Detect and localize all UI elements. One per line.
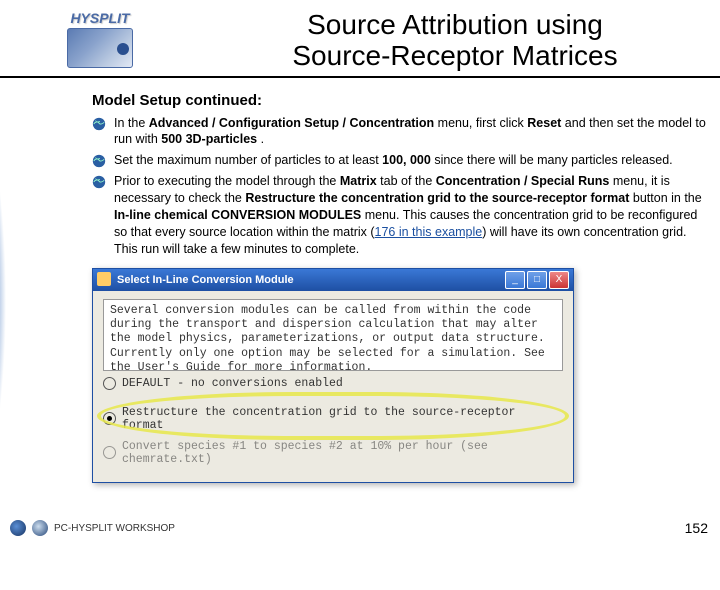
radio-restructure-label: Restructure the concentration grid to th… bbox=[122, 406, 563, 432]
dialog-body: Several conversion modules can be called… bbox=[93, 291, 573, 482]
section-heading: Model Setup continued: bbox=[92, 92, 706, 109]
dialog-title: Select In-Line Conversion Module bbox=[97, 274, 503, 286]
minimize-button[interactable]: _ bbox=[505, 271, 525, 289]
page-number: 152 bbox=[685, 520, 708, 536]
dialog-app-icon bbox=[97, 272, 111, 286]
conversion-module-dialog: Select In-Line Conversion Module _ □ X S… bbox=[92, 268, 574, 483]
radio-restructure[interactable]: Restructure the concentration grid to th… bbox=[103, 406, 563, 432]
radio-icon bbox=[103, 446, 116, 459]
footer-workshop-label: PC-HYSPLIT WORKSHOP bbox=[54, 523, 175, 534]
radio-icon bbox=[103, 412, 116, 425]
noaa-seal-icon bbox=[10, 520, 26, 536]
bullet-list: In the Advanced / Configuration Setup / … bbox=[92, 115, 706, 258]
hysplit-globe-icon bbox=[67, 28, 133, 68]
maximize-button[interactable]: □ bbox=[527, 271, 547, 289]
header-logo-block: HYSPLIT bbox=[0, 6, 200, 68]
radio-default[interactable]: DEFAULT - no conversions enabled bbox=[103, 377, 563, 390]
agency-seal-icon bbox=[32, 520, 48, 536]
slide-body: Model Setup continued: In the Advanced /… bbox=[0, 78, 720, 483]
radio-convert-label: Convert species #1 to species #2 at 10% … bbox=[122, 440, 563, 466]
list-item: In the Advanced / Configuration Setup / … bbox=[92, 115, 706, 149]
slide-title: Source Attribution using Source-Receptor… bbox=[200, 6, 710, 72]
slide-header: HYSPLIT Source Attribution using Source-… bbox=[0, 0, 720, 78]
globe-bullet-icon bbox=[92, 154, 106, 168]
radio-icon bbox=[103, 377, 116, 390]
list-item-text: Set the maximum number of particles to a… bbox=[114, 152, 673, 169]
slide-footer: PC-HYSPLIT WORKSHOP 152 bbox=[0, 518, 720, 538]
list-item: Set the maximum number of particles to a… bbox=[92, 152, 706, 169]
title-line-2: Source-Receptor Matrices bbox=[200, 41, 710, 72]
list-item-text: In the Advanced / Configuration Setup / … bbox=[114, 115, 706, 149]
radio-convert[interactable]: Convert species #1 to species #2 at 10% … bbox=[103, 440, 563, 466]
globe-bullet-icon bbox=[92, 117, 106, 131]
product-name: HYSPLIT bbox=[70, 10, 129, 26]
close-button[interactable]: X bbox=[549, 271, 569, 289]
list-item-text: Prior to executing the model through the… bbox=[114, 173, 706, 257]
list-item: Prior to executing the model through the… bbox=[92, 173, 706, 257]
globe-bullet-icon bbox=[92, 175, 106, 189]
dialog-help-text: Several conversion modules can be called… bbox=[103, 299, 563, 371]
title-line-1: Source Attribution using bbox=[200, 10, 710, 41]
radio-default-label: DEFAULT - no conversions enabled bbox=[122, 377, 343, 390]
dialog-titlebar[interactable]: Select In-Line Conversion Module _ □ X bbox=[93, 269, 573, 291]
